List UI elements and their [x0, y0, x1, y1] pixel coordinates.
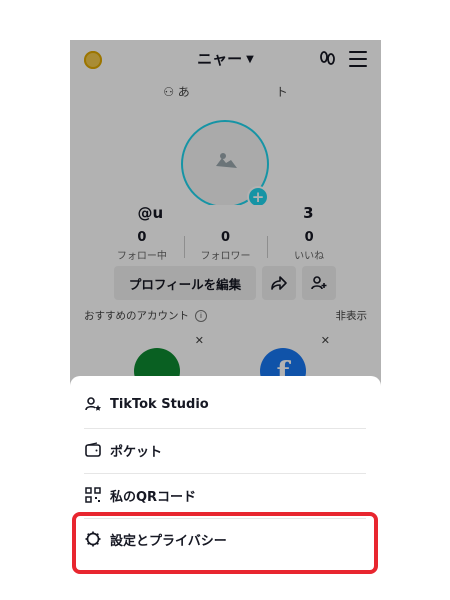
menu-item-pocket[interactable]: ポケット [84, 428, 366, 472]
person-star-icon [84, 395, 102, 413]
highlight-box [72, 512, 378, 574]
menu-item-label: TikTok Studio [110, 396, 209, 412]
menu-item-qr-code[interactable]: 私のQRコード [84, 473, 366, 517]
menu-item-tiktok-studio[interactable]: TikTok Studio [84, 382, 366, 426]
menu-item-label: ポケット [110, 444, 163, 460]
qr-code-icon [84, 486, 102, 504]
menu-item-label: 私のQRコード [110, 489, 197, 505]
wallet-icon [84, 441, 102, 459]
